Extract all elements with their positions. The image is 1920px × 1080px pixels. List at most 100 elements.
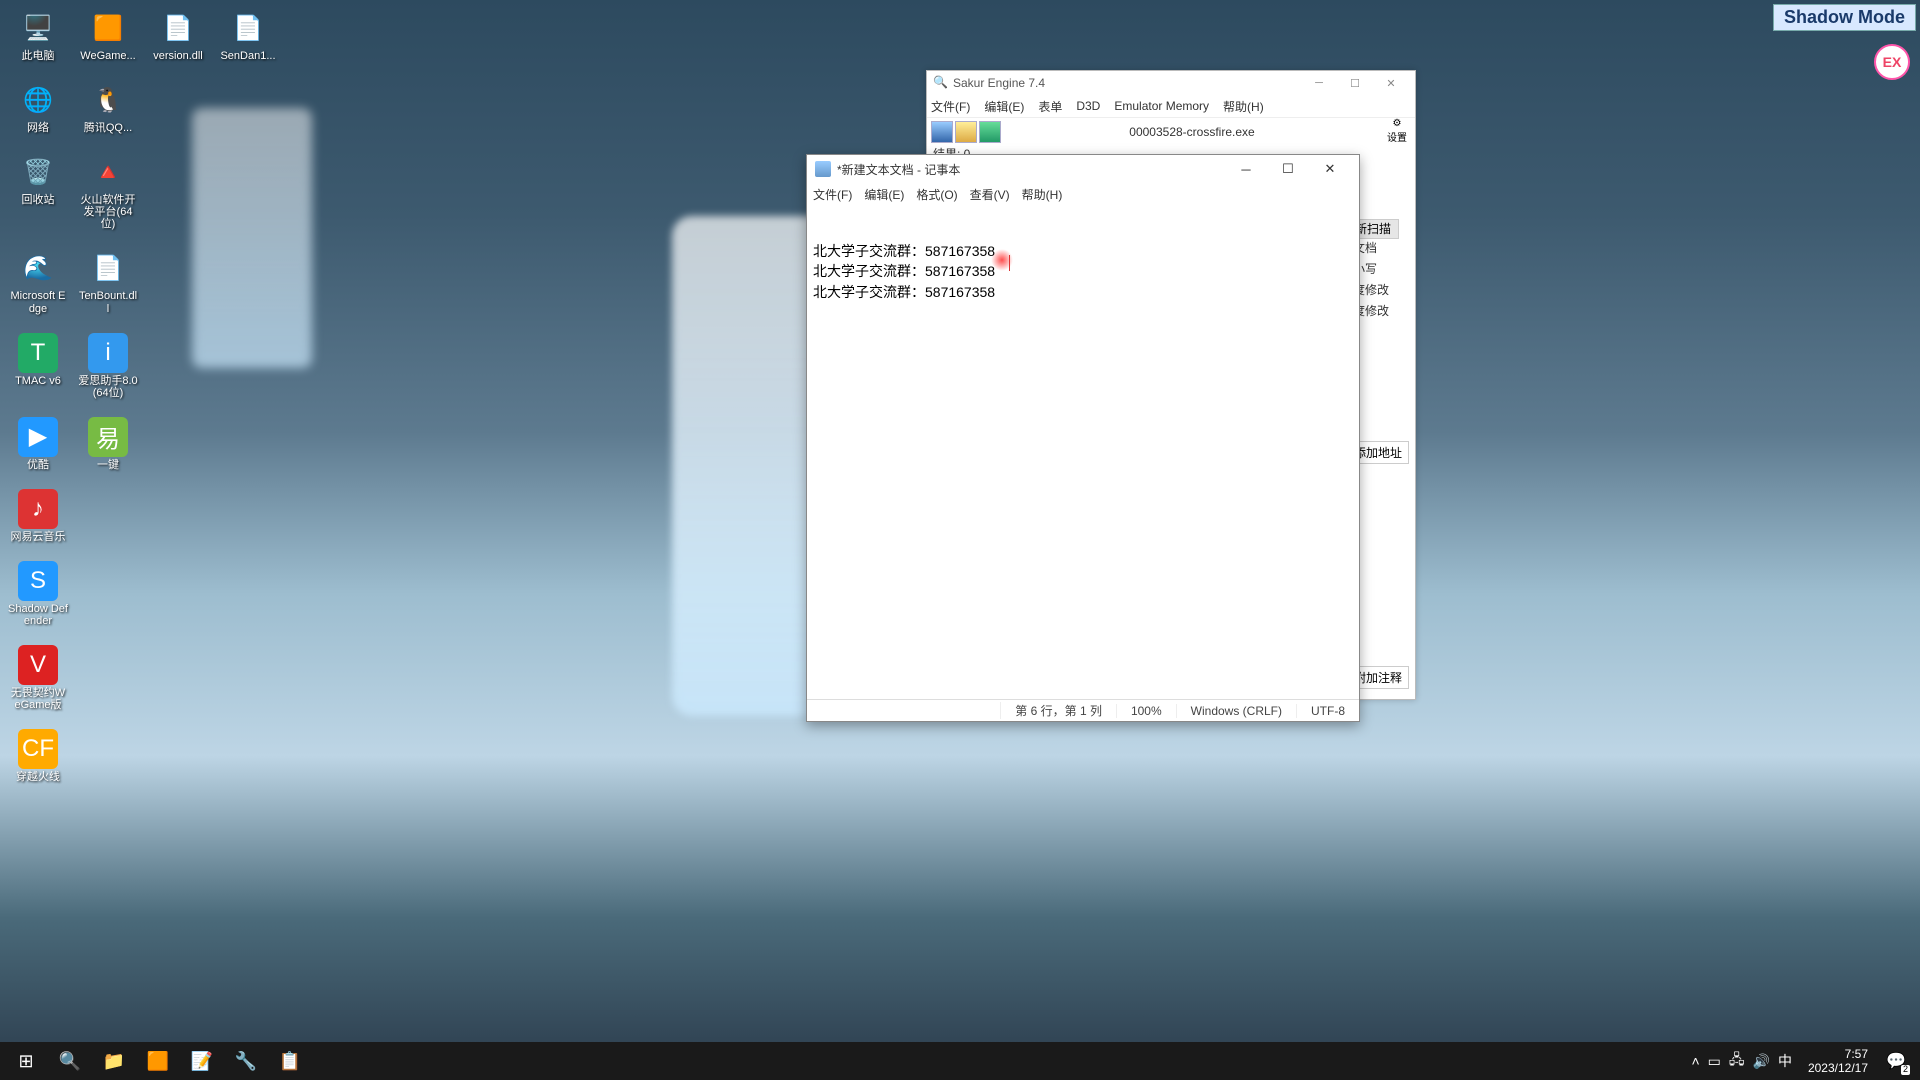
sakur-menu-item[interactable]: D3D xyxy=(1076,99,1100,113)
sakur-tool-2[interactable] xyxy=(955,121,977,143)
desktop-icon-label: 网易云音乐 xyxy=(11,531,66,543)
desktop-icon-label: 优酷 xyxy=(27,459,49,471)
sakur-side-label: 度修改 xyxy=(1353,302,1409,319)
notification-center-button[interactable]: 💬 2 xyxy=(1876,1043,1916,1079)
app-icon: 🌊 xyxy=(18,248,58,288)
app-icon: 🗑️ xyxy=(18,152,58,192)
desktop-icon-label: 一键 xyxy=(97,459,119,471)
desktop-icon[interactable]: 🐧 腾讯QQ... xyxy=(78,80,138,134)
taskbar-app-button[interactable]: 🔍 xyxy=(48,1043,92,1079)
sakur-menu-item[interactable]: 表单 xyxy=(1038,98,1062,115)
notepad-text-line: 北大学子交流群：587167358 xyxy=(813,261,1353,281)
notepad-menu-item[interactable]: 文件(F) xyxy=(813,186,852,203)
desktop-icon[interactable]: SShadow Defender xyxy=(8,561,68,627)
desktop-icon[interactable]: TTMAC v6 xyxy=(8,333,68,399)
app-icon: i xyxy=(88,333,128,373)
desktop-icon-label: TMAC v6 xyxy=(15,375,61,387)
sakur-titlebar[interactable]: 🔍 Sakur Engine 7.4 ─ ☐ ✕ xyxy=(927,71,1415,95)
app-icon: S xyxy=(18,561,58,601)
taskbar-app-button[interactable]: 🔧 xyxy=(224,1043,268,1079)
desktop-icon-label: 网络 xyxy=(27,122,49,134)
desktop-icon[interactable]: 🌊Microsoft Edge xyxy=(8,248,68,314)
notepad-menu-item[interactable]: 查看(V) xyxy=(970,186,1010,203)
desktop-icon[interactable]: 📄TenBount.dll xyxy=(78,248,138,314)
notepad-menu-item[interactable]: 编辑(E) xyxy=(864,186,904,203)
sakur-settings-button[interactable]: ⚙ 设置 xyxy=(1383,118,1411,146)
notepad-text-line: 北大学子交流群：587167358 xyxy=(813,241,1353,261)
desktop-icon-label: 爱思助手8.0(64位) xyxy=(78,375,138,399)
desktop-icon-label: 腾讯QQ... xyxy=(84,122,132,134)
app-icon: ▶ xyxy=(18,417,58,457)
sakur-process-name: 00003528-crossfire.exe xyxy=(1003,125,1381,139)
taskbar-app-button[interactable]: 📝 xyxy=(180,1043,224,1079)
desktop-icon[interactable]: 🟧WeGame... xyxy=(78,8,138,62)
tray-chevron-up-icon[interactable]: ˄ xyxy=(1691,1053,1699,1069)
notepad-menu-item[interactable]: 格式(O) xyxy=(916,186,957,203)
sakur-close-button[interactable]: ✕ xyxy=(1373,72,1409,94)
shadow-mode-badge: Shadow Mode xyxy=(1773,4,1916,31)
notepad-text-area[interactable]: 北大学子交流群：587167358北大学子交流群：587167358北大学子交流… xyxy=(807,205,1359,699)
status-encoding: UTF-8 xyxy=(1296,704,1359,718)
desktop-icon[interactable]: 🗑️ 回收站 xyxy=(8,152,68,230)
desktop-icon[interactable]: ▶ 优酷 xyxy=(8,417,68,471)
notepad-maximize-button[interactable]: ☐ xyxy=(1267,156,1309,182)
desktop-icon[interactable]: CF穿越火线 xyxy=(8,729,68,783)
sakur-side-label: 文档 xyxy=(1353,239,1409,256)
sakur-minimize-button[interactable]: ─ xyxy=(1301,72,1337,94)
desktop-icon-label: SenDan1... xyxy=(220,50,275,62)
sakur-menu-item[interactable]: 编辑(E) xyxy=(984,98,1024,115)
desktop-icon-label: 火山软件开发平台(64位) xyxy=(78,194,138,230)
sakur-tool-3[interactable] xyxy=(979,121,1001,143)
tray-ime-indicator[interactable]: 中 xyxy=(1778,1051,1792,1071)
sakur-tool-1[interactable] xyxy=(931,121,953,143)
status-position: 第 6 行，第 1 列 xyxy=(1000,702,1116,719)
app-icon: ♪ xyxy=(18,489,58,529)
clock-time: 7:57 xyxy=(1808,1047,1868,1061)
taskbar-app-button[interactable]: 🟧 xyxy=(136,1043,180,1079)
status-lineend: Windows (CRLF) xyxy=(1176,704,1296,718)
desktop-icon-label: 无畏契约WeGame版 xyxy=(8,687,68,711)
desktop-icon[interactable]: 🔺火山软件开发平台(64位) xyxy=(78,152,138,230)
app-icon: 📄 xyxy=(228,8,268,48)
sakur-app-icon: 🔍 xyxy=(933,75,949,91)
desktop-icon-label: WeGame... xyxy=(80,50,135,62)
notification-badge: 2 xyxy=(1901,1065,1910,1075)
sakur-maximize-button[interactable]: ☐ xyxy=(1337,72,1373,94)
sakur-menu-item[interactable]: 文件(F) xyxy=(931,98,970,115)
desktop-icon[interactable]: 📄 version.dll xyxy=(148,8,208,62)
tray-volume-icon[interactable]: 🔊 xyxy=(1753,1053,1770,1070)
tray-network-icon[interactable]: 🖧 xyxy=(1729,1049,1745,1073)
tray-battery-icon[interactable]: ▭ xyxy=(1708,1053,1721,1070)
notepad-close-button[interactable]: ✕ xyxy=(1309,156,1351,182)
gear-icon: ⚙ xyxy=(1393,118,1402,129)
notepad-titlebar[interactable]: *新建文本文档 - 记事本 ─ ☐ ✕ xyxy=(807,155,1359,183)
taskbar-app-button[interactable]: 📁 xyxy=(92,1043,136,1079)
app-icon: 🐧 xyxy=(88,80,128,120)
sakur-toolbar: 00003528-crossfire.exe ⚙ 设置 xyxy=(927,117,1415,145)
desktop-icon[interactable]: 🌐网络 xyxy=(8,80,68,134)
taskbar-app-button[interactable]: 📋 xyxy=(268,1043,312,1079)
app-icon: CF xyxy=(18,729,58,769)
ex-tool-icon[interactable]: EX xyxy=(1874,44,1910,80)
notepad-menu-item[interactable]: 帮助(H) xyxy=(1022,186,1063,203)
sakur-menu-item[interactable]: 帮助(H) xyxy=(1223,98,1264,115)
desktop-icon[interactable]: 易一键 xyxy=(78,417,138,471)
notepad-title: *新建文本文档 - 记事本 xyxy=(837,161,1225,178)
notepad-minimize-button[interactable]: ─ xyxy=(1225,156,1267,182)
desktop-icon[interactable]: ♪ 网易云音乐 xyxy=(8,489,68,543)
app-icon: 🖥️ xyxy=(18,8,58,48)
desktop-icon-label: 此电脑 xyxy=(22,50,55,62)
start-button[interactable]: ⊞ xyxy=(4,1043,48,1079)
app-icon: 📄 xyxy=(158,8,198,48)
desktop-icon[interactable]: 🖥️ 此电脑 xyxy=(8,8,68,62)
desktop-icon-label: version.dll xyxy=(153,50,203,62)
sakur-menu-item[interactable]: Emulator Memory xyxy=(1114,99,1209,113)
desktop-icon[interactable]: i爱思助手8.0(64位) xyxy=(78,333,138,399)
desktop-icon[interactable]: V无畏契约WeGame版 xyxy=(8,645,68,711)
notepad-menubar: 文件(F) 编辑(E) 格式(O) 查看(V) 帮助(H) xyxy=(807,183,1359,205)
desktop-icon[interactable]: 📄 SenDan1... xyxy=(218,8,278,62)
system-tray[interactable]: ˄ ▭ 🖧 🔊 中 xyxy=(1683,1049,1799,1073)
desktop-icon-label: 回收站 xyxy=(22,194,55,206)
taskbar-clock[interactable]: 7:57 2023/12/17 xyxy=(1800,1047,1876,1076)
notepad-text-line: 北大学子交流群：587167358 xyxy=(813,282,1353,302)
